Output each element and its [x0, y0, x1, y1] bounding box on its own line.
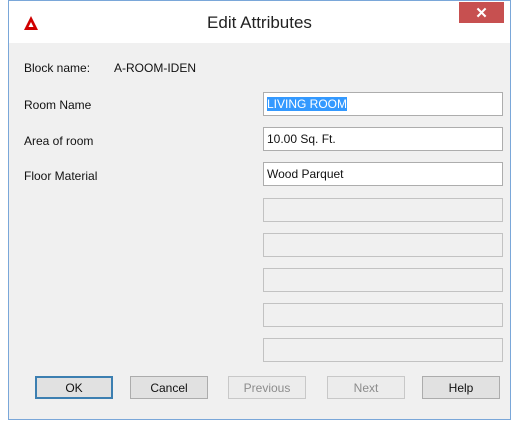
- next-button: Next: [327, 376, 405, 399]
- previous-button: Previous: [228, 376, 306, 399]
- block-name-label: Block name:: [24, 61, 91, 75]
- attribute-label-room-name: Room Name: [24, 98, 92, 112]
- block-name-value: A-ROOM-IDEN: [114, 61, 196, 75]
- title-bar: Edit Attributes ✕: [9, 1, 510, 43]
- ok-button[interactable]: OK: [35, 376, 113, 399]
- attribute-field-floor-material[interactable]: [263, 162, 503, 186]
- help-button[interactable]: Help: [422, 376, 500, 399]
- cancel-button[interactable]: Cancel: [130, 376, 208, 399]
- attribute-field-empty: [263, 338, 503, 362]
- attribute-field-area-of-room[interactable]: [263, 127, 503, 151]
- attribute-field-empty: [263, 303, 503, 327]
- close-icon: ✕: [475, 4, 488, 22]
- attribute-field-empty: [263, 268, 503, 292]
- close-button[interactable]: ✕: [459, 2, 504, 23]
- attribute-label-floor-material: Floor Material: [24, 169, 98, 183]
- edit-attributes-dialog: Edit Attributes ✕ Block name: A-ROOM-IDE…: [8, 0, 511, 420]
- attribute-field-room-name[interactable]: LIVING ROOM: [263, 92, 503, 116]
- attribute-field-empty: [263, 198, 503, 222]
- selected-text: LIVING ROOM: [267, 97, 348, 111]
- attribute-label-area-of-room: Area of room: [24, 134, 94, 148]
- window-title: Edit Attributes: [207, 13, 312, 32]
- attribute-field-empty: [263, 233, 503, 257]
